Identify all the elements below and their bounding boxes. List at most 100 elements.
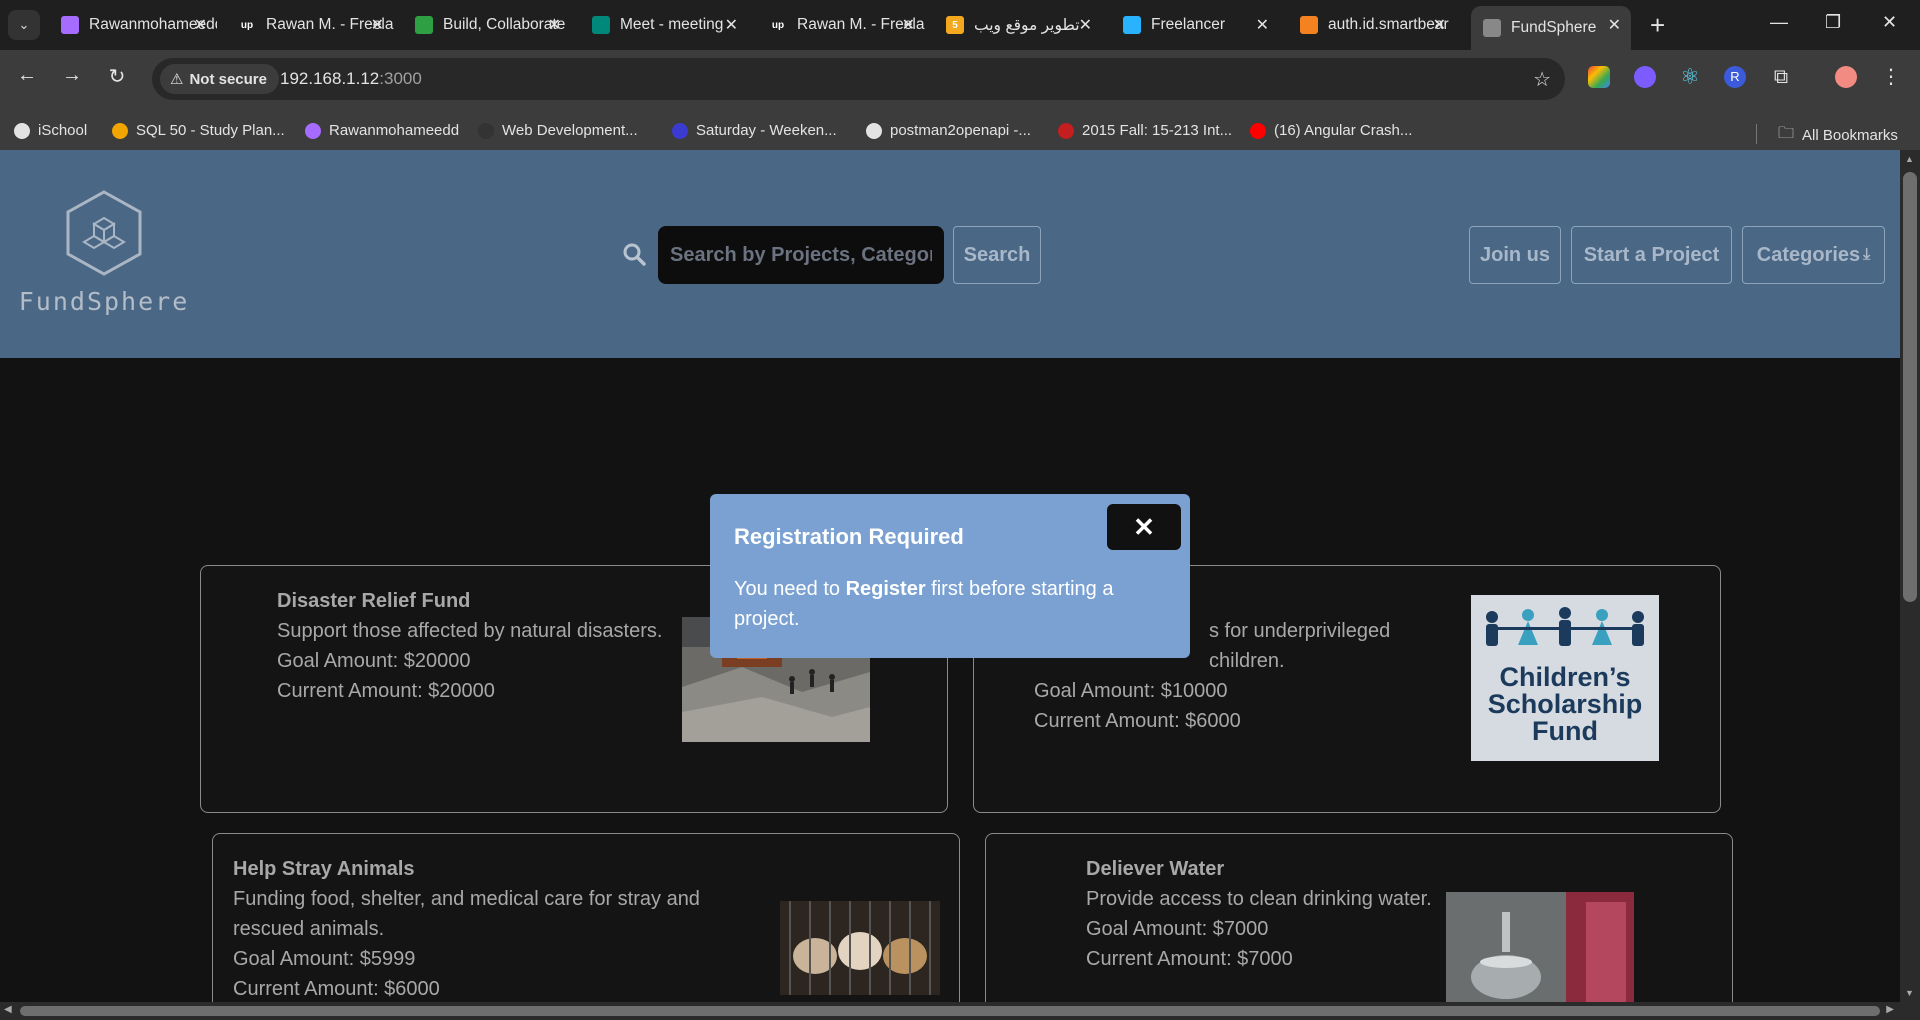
scroll-up-icon[interactable]: ▲	[1905, 154, 1914, 164]
categories-dropdown[interactable]: Categories ⤓	[1742, 226, 1885, 284]
tab-close-icon[interactable]: ✕	[1256, 15, 1269, 35]
bookmark-item[interactable]: Web Development...	[478, 122, 638, 139]
stray-animals-image	[780, 901, 940, 995]
bookmark-item[interactable]: (16) Angular Crash...	[1250, 122, 1412, 139]
horizontal-scroll-thumb[interactable]	[20, 1006, 1880, 1016]
forward-icon[interactable]: →	[57, 64, 87, 87]
bookmark-favicon-icon	[672, 122, 688, 139]
scroll-left-icon[interactable]: ◀	[4, 1004, 12, 1015]
bookmark-item[interactable]: SQL 50 - Study Plan...	[112, 122, 285, 139]
tab-favicon-icon	[61, 16, 79, 34]
bookmark-favicon-icon	[1250, 122, 1266, 139]
site-info-button[interactable]: ⚠ Not secure	[160, 64, 279, 94]
bookmark-item[interactable]: iSchool	[14, 122, 87, 139]
project-description: Funding food, shelter, and medical care …	[233, 888, 700, 940]
image-text-line: Children’s	[1499, 662, 1631, 692]
tab-close-icon[interactable]: ✕	[371, 15, 384, 35]
tab-close-icon[interactable]: ✕	[725, 15, 738, 35]
scholarship-fund-image: Children’s Scholarship Fund	[1471, 595, 1659, 761]
bookmark-favicon-icon	[1058, 122, 1074, 139]
search-input[interactable]	[658, 226, 944, 284]
restore-button[interactable]: ❐	[1825, 12, 1841, 33]
new-tab-button[interactable]: +	[1650, 10, 1665, 40]
warning-icon: ⚠	[170, 71, 184, 88]
bookmark-label: Saturday - Weeken...	[696, 122, 837, 139]
bookmark-item[interactable]: Rawanmohameedd	[305, 122, 459, 139]
tab-close-icon[interactable]: ✕	[1079, 15, 1092, 35]
bookmark-label: Web Development...	[502, 122, 638, 139]
bookmark-label: 2015 Fall: 15-213 Int...	[1082, 122, 1233, 139]
bookmark-label: SQL 50 - Study Plan...	[136, 122, 285, 139]
browser-tab[interactable]: FundSphere ✕	[1471, 6, 1631, 50]
project-description: Provide access to clean drinking water.	[1086, 888, 1432, 910]
browser-toolbar: ← → ↻ ⚠ Not secure 192.168.1.12:3000 ☆ ⚛…	[0, 50, 1920, 158]
project-title: Disaster Relief Fund	[277, 590, 471, 612]
browser-tab[interactable]: auth.id.smartbear ✕	[1288, 6, 1456, 44]
project-card[interactable]: Deliever Water Provide access to clean d…	[985, 833, 1733, 1002]
bookmark-item[interactable]: 2015 Fall: 15-213 Int...	[1058, 122, 1232, 139]
site-header: FundSphere Search Join us Start a Projec…	[0, 150, 1900, 358]
project-card[interactable]: Help Stray Animals Funding food, shelter…	[212, 833, 960, 1002]
bookmark-label: Rawanmohameedd	[329, 122, 460, 139]
project-goal: Goal Amount: $10000	[1034, 680, 1228, 702]
scroll-down-icon[interactable]: ▼	[1905, 988, 1914, 998]
image-text-line: Fund	[1532, 716, 1598, 746]
horizontal-scrollbar[interactable]: ◀ ▶	[0, 1002, 1920, 1020]
reload-icon[interactable]: ↻	[102, 64, 132, 89]
all-bookmarks[interactable]: 🗀 All Bookmarks	[1778, 122, 1898, 149]
bookmark-item[interactable]: postman2openapi -...	[866, 122, 1031, 139]
tab-close-icon[interactable]: ✕	[548, 15, 561, 35]
browser-tab[interactable]: Freelancer ✕	[1111, 6, 1279, 44]
start-project-button[interactable]: Start a Project	[1571, 226, 1732, 284]
tab-favicon-icon: up	[238, 16, 256, 34]
vertical-scrollbar[interactable]: ▲ ▼	[1900, 150, 1920, 1002]
modal-close-button[interactable]: ✕	[1107, 504, 1181, 550]
address-bar[interactable]: ⚠ Not secure 192.168.1.12:3000 ☆	[152, 58, 1565, 100]
tab-close-icon[interactable]: ✕	[1608, 15, 1621, 35]
profile-avatar[interactable]	[1835, 66, 1857, 88]
bookmark-star-icon[interactable]: ☆	[1533, 67, 1551, 92]
project-current: Current Amount: $7000	[1086, 948, 1293, 970]
project-description: Support those affected by natural disast…	[277, 620, 663, 642]
react-devtools-icon[interactable]: ⚛	[1679, 66, 1701, 88]
browser-tab[interactable]: Build, Collaborate ✕	[403, 6, 571, 44]
extensions-puzzle-icon[interactable]: ⧉	[1770, 66, 1792, 88]
vertical-scroll-thumb[interactable]	[1903, 172, 1917, 602]
join-us-button[interactable]: Join us	[1469, 226, 1561, 284]
bookmark-favicon-icon	[14, 122, 30, 139]
browser-tab[interactable]: Meet - meeting ✕	[580, 6, 748, 44]
water-delivery-image	[1446, 892, 1634, 1002]
url-text[interactable]: 192.168.1.12:3000	[280, 69, 422, 89]
tab-close-icon[interactable]: ✕	[194, 15, 207, 35]
tab-favicon-icon: up	[769, 16, 787, 34]
tab-close-icon[interactable]: ✕	[902, 15, 915, 35]
scroll-right-icon[interactable]: ▶	[1886, 1004, 1894, 1015]
project-goal: Goal Amount: $7000	[1086, 918, 1269, 940]
redux-extension-icon[interactable]: R	[1724, 66, 1746, 88]
ai-extension-icon[interactable]	[1634, 66, 1656, 88]
browser-menu-icon[interactable]: ⋮	[1880, 66, 1902, 88]
bookmark-item[interactable]: Saturday - Weeken...	[672, 122, 837, 139]
project-current: Current Amount: $6000	[1034, 710, 1241, 732]
cube-logo-icon	[66, 190, 142, 276]
bookmark-favicon-icon	[866, 122, 882, 139]
url-host: 192.168.1.12	[280, 69, 380, 88]
back-icon[interactable]: ←	[12, 64, 42, 87]
extension-icon[interactable]	[1588, 66, 1610, 88]
site-logo[interactable]: FundSphere	[16, 188, 192, 316]
window-close-button[interactable]: ✕	[1882, 12, 1897, 33]
project-title: Help Stray Animals	[233, 858, 415, 880]
tab-search-button[interactable]: ⌄	[8, 10, 40, 40]
browser-tab[interactable]: Rawanmohameedd ✕	[49, 6, 217, 44]
bookmark-favicon-icon	[478, 122, 494, 139]
children-silhouettes-icon	[1486, 607, 1644, 646]
browser-tab[interactable]: 5 تطوير موقع ويب ✕	[934, 6, 1102, 44]
browser-tab[interactable]: upRawan M. - Freelancer✕	[757, 6, 925, 44]
tab-favicon-icon	[415, 16, 433, 34]
modal-title: Registration Required	[734, 524, 964, 549]
browser-tab[interactable]: upRawan M. - Freelancer✕	[226, 6, 394, 44]
search-button[interactable]: Search	[953, 226, 1041, 284]
bookmark-label: iSchool	[38, 122, 88, 139]
minimize-button[interactable]: —	[1770, 12, 1788, 33]
tab-close-icon[interactable]: ✕	[1433, 15, 1446, 35]
